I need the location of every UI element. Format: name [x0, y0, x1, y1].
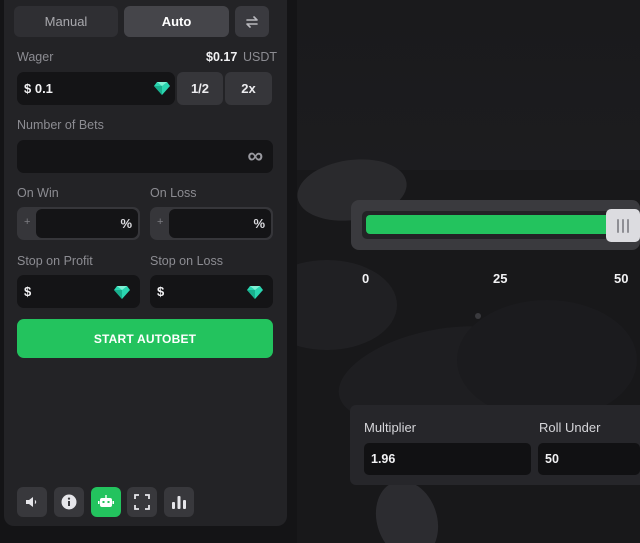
- on-win-percent: %: [120, 216, 132, 231]
- bets-label: Number of Bets: [17, 118, 104, 132]
- background-dot: [475, 313, 481, 319]
- sound-button[interactable]: [17, 487, 47, 517]
- swap-button[interactable]: [235, 6, 269, 37]
- wager-input[interactable]: $ 0.1: [17, 72, 175, 105]
- background-rock: [297, 260, 397, 350]
- wager-currency: USDT: [243, 50, 278, 64]
- on-loss-prefix: +: [157, 216, 164, 228]
- infinity-icon: ∞: [247, 143, 263, 168]
- on-loss-input[interactable]: + %: [150, 207, 273, 240]
- multiplier-input[interactable]: 1.96: [364, 443, 531, 475]
- gem-icon: [247, 286, 263, 299]
- slider-handle[interactable]: [606, 209, 640, 242]
- multiplier-label: Multiplier: [364, 420, 417, 435]
- bets-input[interactable]: ∞: [17, 140, 273, 173]
- roll-under-label: Roll Under: [539, 420, 601, 435]
- on-win-label: On Win: [17, 186, 59, 200]
- auto-tab[interactable]: Auto: [124, 6, 229, 37]
- info-icon: [61, 494, 77, 510]
- stop-profit-input[interactable]: $: [17, 275, 140, 308]
- wager-input-value: $ 0.1: [24, 81, 53, 96]
- stats-button[interactable]: [164, 487, 194, 517]
- stop-profit-label: Stop on Profit: [17, 254, 93, 268]
- info-button[interactable]: [54, 487, 84, 517]
- swap-icon: [246, 15, 258, 28]
- roll-under-input[interactable]: 50: [538, 443, 640, 475]
- double-button[interactable]: 2x: [225, 72, 272, 105]
- wager-label: Wager: [17, 50, 54, 64]
- on-loss-percent: %: [253, 216, 265, 231]
- mode-switch: Manual Auto: [14, 6, 272, 37]
- fullscreen-icon: [134, 494, 150, 510]
- manual-tab[interactable]: Manual: [14, 6, 118, 37]
- wager-amount: $0.17: [206, 50, 238, 64]
- stop-loss-prefix: $: [157, 284, 165, 299]
- stats-icon: [172, 496, 186, 509]
- slider-tick-25: 25: [493, 271, 508, 286]
- half-button[interactable]: 1/2: [177, 72, 223, 105]
- slider-tick-50: 50: [614, 271, 629, 286]
- on-win-input[interactable]: + %: [17, 207, 140, 240]
- gem-icon: [154, 82, 170, 95]
- on-loss-label: On Loss: [150, 186, 197, 200]
- stop-loss-input[interactable]: $: [150, 275, 273, 308]
- slider-fill: [366, 215, 614, 234]
- sound-icon: [26, 497, 37, 507]
- start-autobet-button[interactable]: START AUTOBET: [17, 319, 273, 358]
- fullscreen-button[interactable]: [127, 487, 157, 517]
- robot-icon: [98, 495, 114, 507]
- stop-profit-prefix: $: [24, 284, 32, 299]
- autobet-button[interactable]: [91, 487, 121, 517]
- gem-icon: [114, 286, 130, 299]
- on-win-prefix: +: [24, 216, 31, 228]
- slider-tick-0: 0: [362, 271, 370, 286]
- background-rock: [457, 300, 637, 420]
- stop-loss-label: Stop on Loss: [150, 254, 223, 268]
